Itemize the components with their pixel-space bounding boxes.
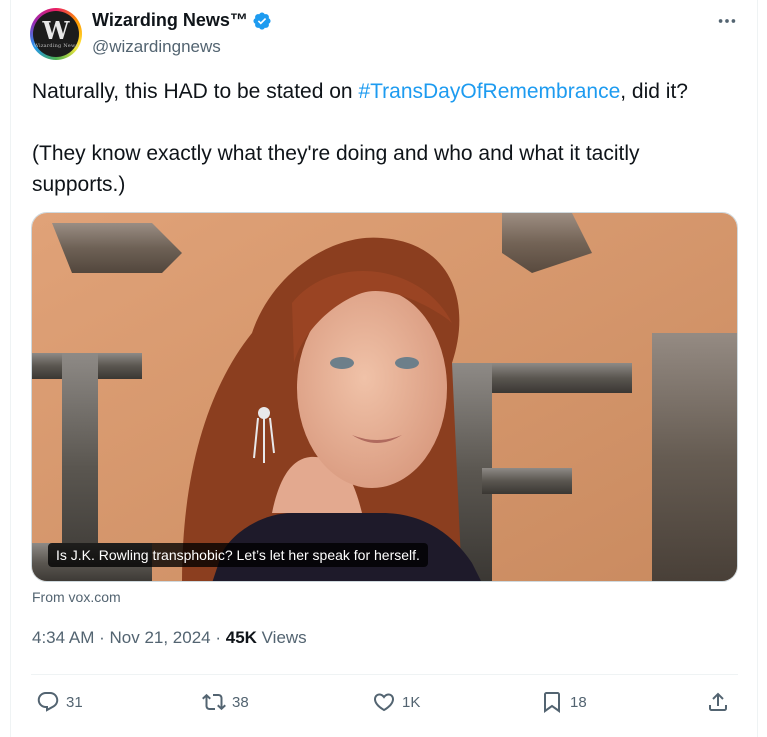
link-card-image[interactable]: Is J.K. Rowling transphobic? Let’s let h… (31, 212, 738, 582)
like-button[interactable]: 1K (372, 690, 420, 714)
share-button[interactable] (706, 690, 730, 714)
share-icon (709, 692, 727, 711)
tweet-line-2: (They know exactly what they're doing an… (32, 142, 640, 196)
views-label: Views (256, 628, 307, 647)
reply-icon (37, 692, 59, 712)
verified-badge-icon[interactable] (252, 11, 272, 31)
meta-separator: · (94, 628, 110, 647)
avatar-logo-letter: W (42, 16, 70, 45)
repost-count: 38 (232, 693, 249, 711)
author-avatar[interactable]: W Wizarding News (30, 8, 82, 60)
repost-icon (202, 693, 226, 711)
like-count: 1K (402, 693, 421, 711)
news-photo (32, 213, 737, 581)
tweet-meta: 4:34 AM · Nov 21, 2024 · 45K Views (32, 628, 307, 648)
heart-icon (373, 693, 395, 712)
tweet-line-1-post: , did it? (620, 80, 688, 103)
meta-separator: · (210, 628, 226, 647)
tweet-actions: 31 38 1K 18 (36, 690, 736, 718)
link-source[interactable]: From vox.com (32, 589, 121, 605)
tweet-date[interactable]: Nov 21, 2024 (109, 628, 210, 647)
bookmark-count: 18 (570, 693, 587, 711)
tweet-line-1-pre: Naturally, this HAD to be stated on (32, 80, 359, 103)
reply-count: 31 (66, 693, 83, 711)
bookmark-button[interactable]: 18 (540, 690, 587, 714)
hashtag-link[interactable]: #TransDayOfRemembrance (358, 80, 620, 103)
more-horizontal-icon[interactable] (716, 10, 738, 32)
views-count[interactable]: 45K (226, 628, 257, 647)
author-handle[interactable]: @wizardingnews (92, 37, 221, 57)
link-card-caption: Is J.K. Rowling transphobic? Let’s let h… (48, 543, 428, 567)
avatar-logo: W Wizarding News (33, 11, 79, 57)
author-display-name[interactable]: Wizarding News™ (92, 10, 248, 31)
tweet-text: Naturally, this HAD to be stated on #Tra… (32, 76, 737, 200)
tweet-line-1: Naturally, this HAD to be stated on #Tra… (32, 76, 737, 107)
bookmark-icon (544, 692, 560, 713)
divider (31, 674, 738, 675)
author-name-row: Wizarding News™ (92, 10, 272, 31)
repost-button[interactable]: 38 (202, 690, 249, 714)
avatar-logo-subtext: Wizarding News (33, 43, 79, 49)
reply-button[interactable]: 31 (36, 690, 83, 714)
tweet-time[interactable]: 4:34 AM (32, 628, 94, 647)
